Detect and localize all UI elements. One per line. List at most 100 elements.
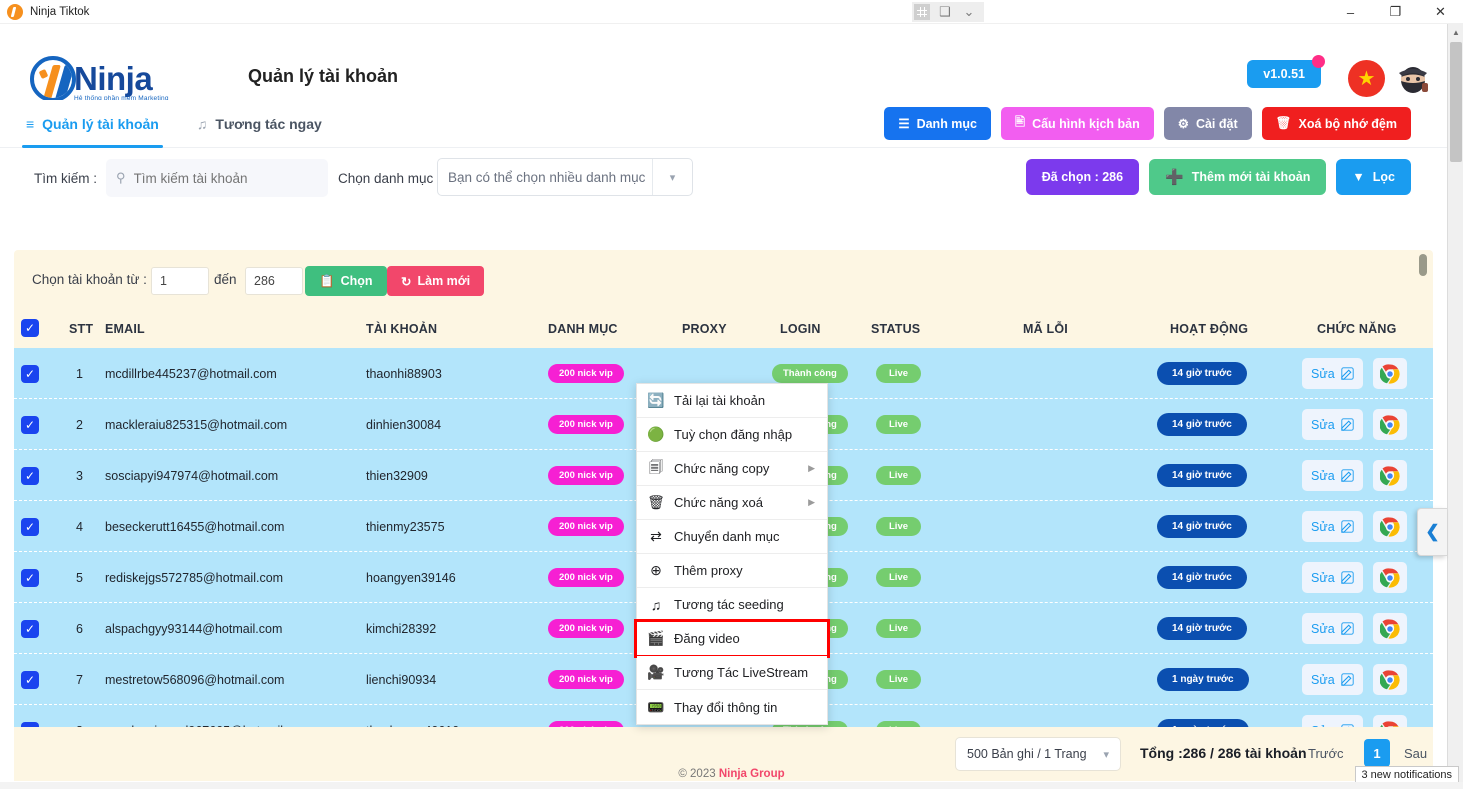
edit-button[interactable]: Sửa <box>1302 511 1363 542</box>
edit-button[interactable]: Sửa <box>1302 358 1363 389</box>
chevron-left-icon: ❮ <box>1425 522 1440 541</box>
collapse-panel-button[interactable]: ❮ <box>1417 508 1447 556</box>
cell-account: lienchi90934 <box>366 672 437 687</box>
context-menu-item-1[interactable]: 🔄 Tải lại tài khoản <box>637 384 827 418</box>
loc-button[interactable]: ▼ Lọc <box>1336 159 1411 195</box>
current-page-button[interactable]: 1 <box>1364 739 1390 767</box>
context-menu-item-label: Chuyển danh mục <box>674 529 780 544</box>
context-menu-item-8[interactable]: 🎬 Đăng video <box>634 619 830 658</box>
context-menu-item-3[interactable]: 🗐 Chức năng copy ▶ <box>637 452 827 486</box>
chon-button[interactable]: 📋 Chọn <box>305 266 387 296</box>
context-menu-item-2[interactable]: 🟢 Tuỳ chọn đăng nhập <box>637 418 827 452</box>
status-badge: Live <box>876 670 922 689</box>
login-badge: Thành công <box>772 364 848 383</box>
ninja-avatar-icon[interactable] <box>1393 59 1433 99</box>
close-button[interactable]: ✕ <box>1418 0 1463 24</box>
edit-button[interactable]: Sửa <box>1302 613 1363 644</box>
activity-badge: 14 giờ trước <box>1157 515 1247 538</box>
search-bar: Tìm kiếm : ⚲ Chọn danh mục : Bạn có thể … <box>0 148 1447 211</box>
edit-button[interactable]: Sửa <box>1302 409 1363 440</box>
range-to-input[interactable] <box>245 267 303 295</box>
context-menu-item-9[interactable]: 🎥 Tương Tác LiveStream <box>637 656 827 690</box>
cell-stt: 6 <box>76 621 83 636</box>
prev-page-button[interactable]: Trước <box>1308 746 1344 761</box>
row-checkbox[interactable]: ✓ <box>21 415 39 434</box>
maximize-button[interactable]: ❐ <box>1373 0 1418 24</box>
cell-email: alspachgyy93144@hotmail.com <box>105 621 283 636</box>
chevron-down-icon[interactable]: ▾ <box>652 159 692 195</box>
row-checkbox[interactable]: ✓ <box>21 568 39 587</box>
cau-hinh-kich-ban-button[interactable]: 🖹 Cấu hình kịch bản <box>1001 107 1154 140</box>
tab-quan-ly-tai-khoan[interactable]: ≡ Quản lý tài khoản <box>22 100 163 148</box>
edit-button[interactable]: Sửa <box>1302 460 1363 491</box>
open-chrome-button[interactable] <box>1372 664 1407 695</box>
open-chrome-button[interactable] <box>1372 409 1407 440</box>
da-chon-count-button[interactable]: Đã chọn : 286 <box>1025 159 1140 195</box>
category-select[interactable]: Bạn có thể chọn nhiều danh mục ▾ <box>437 158 693 196</box>
scroll-up-arrow-icon[interactable]: ▲ <box>1448 24 1463 40</box>
select-all-checkbox[interactable]: ✓ <box>21 319 39 337</box>
next-page-button[interactable]: Sau <box>1404 746 1427 761</box>
row-checkbox[interactable]: ✓ <box>21 466 39 485</box>
bottom-strip <box>0 782 1463 789</box>
plus-circle-icon: ➕ <box>1165 169 1184 186</box>
lam-moi-button[interactable]: ↻ Làm mới <box>387 266 485 296</box>
pencil-icon <box>1340 673 1354 686</box>
button-label: Thêm mới tài khoản <box>1191 170 1311 184</box>
edit-button[interactable]: Sửa <box>1302 664 1363 695</box>
page-size-select[interactable]: 500 Bản ghi / 1 Trang ▾ <box>955 737 1121 771</box>
row-checkbox[interactable]: ✓ <box>21 364 39 383</box>
minimize-button[interactable]: – <box>1328 0 1373 24</box>
tab-tuong-tac-ngay[interactable]: ♫ Tương tác ngay <box>193 100 326 148</box>
open-chrome-button[interactable] <box>1372 562 1407 593</box>
chrome-icon <box>1379 618 1400 639</box>
language-flag-icon[interactable]: ★ <box>1348 60 1385 97</box>
xoa-bo-nho-dem-button[interactable]: 🗑 Xoá bộ nhớ đệm <box>1261 107 1411 140</box>
chevron-down-icon[interactable]: ⌄ <box>960 4 978 20</box>
refresh-circle-icon: 🔄 <box>647 392 665 408</box>
window-center-tools[interactable]: ❑ ⌄ <box>912 2 984 22</box>
tab-bar: ≡ Quản lý tài khoản ♫ Tương tác ngay ☰ D… <box>0 100 1447 148</box>
row-checkbox[interactable]: ✓ <box>21 517 39 536</box>
window-scrollbar-thumb[interactable] <box>1450 42 1462 162</box>
row-checkbox[interactable]: ✓ <box>21 619 39 638</box>
grid-icon[interactable] <box>914 4 930 20</box>
context-menu-item-label: Tương tác seeding <box>674 597 784 612</box>
table-scrollbar[interactable] <box>1419 254 1427 732</box>
window-scrollbar[interactable]: ▲ ▼ <box>1447 24 1463 789</box>
them-moi-tai-khoan-button[interactable]: ➕ Thêm mới tài khoản <box>1149 159 1327 195</box>
context-menu-item-6[interactable]: ⊕ Thêm proxy <box>637 554 827 588</box>
notification-dot-icon <box>1312 55 1325 68</box>
open-chrome-button[interactable] <box>1372 613 1407 644</box>
cell-account: dinhien30084 <box>366 417 442 432</box>
edit-button[interactable]: Sửa <box>1302 562 1363 593</box>
context-menu-item-4[interactable]: 🗑 Chức năng xoá ▶ <box>637 486 827 520</box>
button-label: Chọn <box>340 274 373 288</box>
open-chrome-button[interactable] <box>1372 511 1407 542</box>
context-menu-item-7[interactable]: ♫ Tương tác seeding <box>637 588 827 622</box>
cell-stt: 4 <box>76 519 83 534</box>
expand-icon[interactable]: ❑ <box>936 4 954 20</box>
table-scrollbar-thumb[interactable] <box>1419 254 1427 276</box>
pencil-icon <box>1340 520 1354 533</box>
open-chrome-button[interactable] <box>1372 460 1407 491</box>
column-header-error: MÃ LỖI <box>1023 322 1068 336</box>
context-menu-item-10[interactable]: 📟 Thay đổi thông tin <box>637 690 827 724</box>
search-field-wrapper[interactable]: ⚲ <box>106 159 328 197</box>
cai-dat-button[interactable]: ⚙ Cài đặt <box>1163 107 1252 140</box>
activity-badge: 14 giờ trước <box>1157 362 1247 385</box>
search-input[interactable] <box>133 170 318 186</box>
login-option-icon: 🟢 <box>647 426 665 442</box>
version-badge[interactable]: v1.0.51 <box>1247 55 1325 88</box>
context-menu[interactable]: 🔄 Tải lại tài khoản 🟢 Tuỳ chọn đăng nhập 🗐 Ch… <box>634 383 830 725</box>
danh-muc-button[interactable]: ☰ Danh mục <box>884 107 992 140</box>
open-chrome-button[interactable] <box>1372 358 1407 389</box>
header-button-group: ☰ Danh mục 🖹 Cấu hình kịch bản ⚙ Cài đặt… <box>884 107 1411 140</box>
flag-star-glyph: ★ <box>1357 67 1376 90</box>
chevron-down-icon[interactable]: ▾ <box>1103 748 1109 761</box>
context-menu-item-5[interactable]: ⇄ Chuyển danh mục <box>637 520 827 554</box>
range-from-input[interactable] <box>151 267 209 295</box>
cell-email: beseckerutt16455@hotmail.com <box>105 519 285 534</box>
row-checkbox[interactable]: ✓ <box>21 670 39 689</box>
table-header: ✓ STT EMAIL TÀI KHOẢN DANH MỤC PROXY LOG… <box>14 312 1433 348</box>
